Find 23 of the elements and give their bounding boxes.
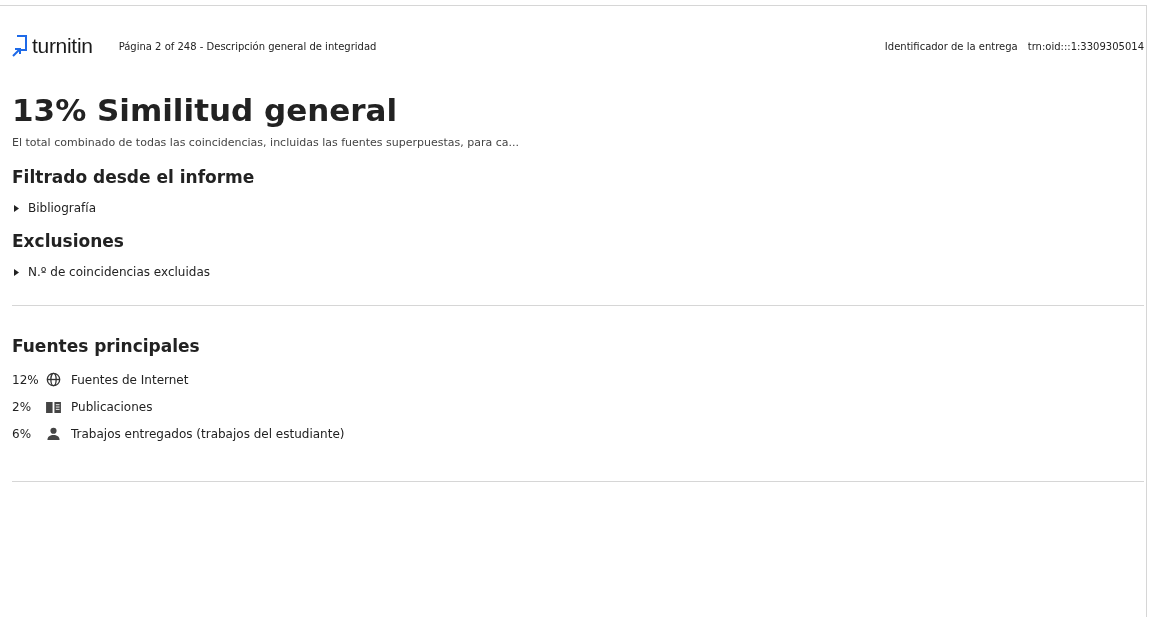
section-heading: Exclusiones [12,231,125,251]
source-percent: 2% [12,400,33,414]
source-label: Fuentes de Internet [71,372,189,387]
book-icon [46,400,61,414]
similarity-description: El total combinado de todas las coincidencias, incluidas las fuentes superpuestas, para ca... [12,136,521,149]
filter-item: N.º de coincidencias excluidas [28,265,210,279]
submission-id: trn:oid:::1:3309305014 [1027,40,1144,52]
bullet-icon [14,268,19,276]
source-label: Publicaciones [71,400,153,414]
submission-label: Identificador de la entrega [884,40,1018,52]
source-label: Trabajos entregados (trabajos del estudiante) [71,427,345,441]
page-info: Página 2 of 248 - Descripción general de integridad [118,40,377,52]
globe-icon [46,372,61,387]
source-percent: 12% [12,372,40,387]
logo-text: turnitin [32,34,93,58]
filter-item: Bibliografía [28,201,96,215]
person-icon [46,427,61,441]
bullet-icon [14,204,19,212]
similarity-title: 13% Similitud general [12,92,399,128]
source-percent: 6% [12,427,33,441]
section-heading: Filtrado desde el informe [12,167,256,187]
section-heading: Fuentes principales [12,336,201,356]
logo-icon [12,35,28,57]
